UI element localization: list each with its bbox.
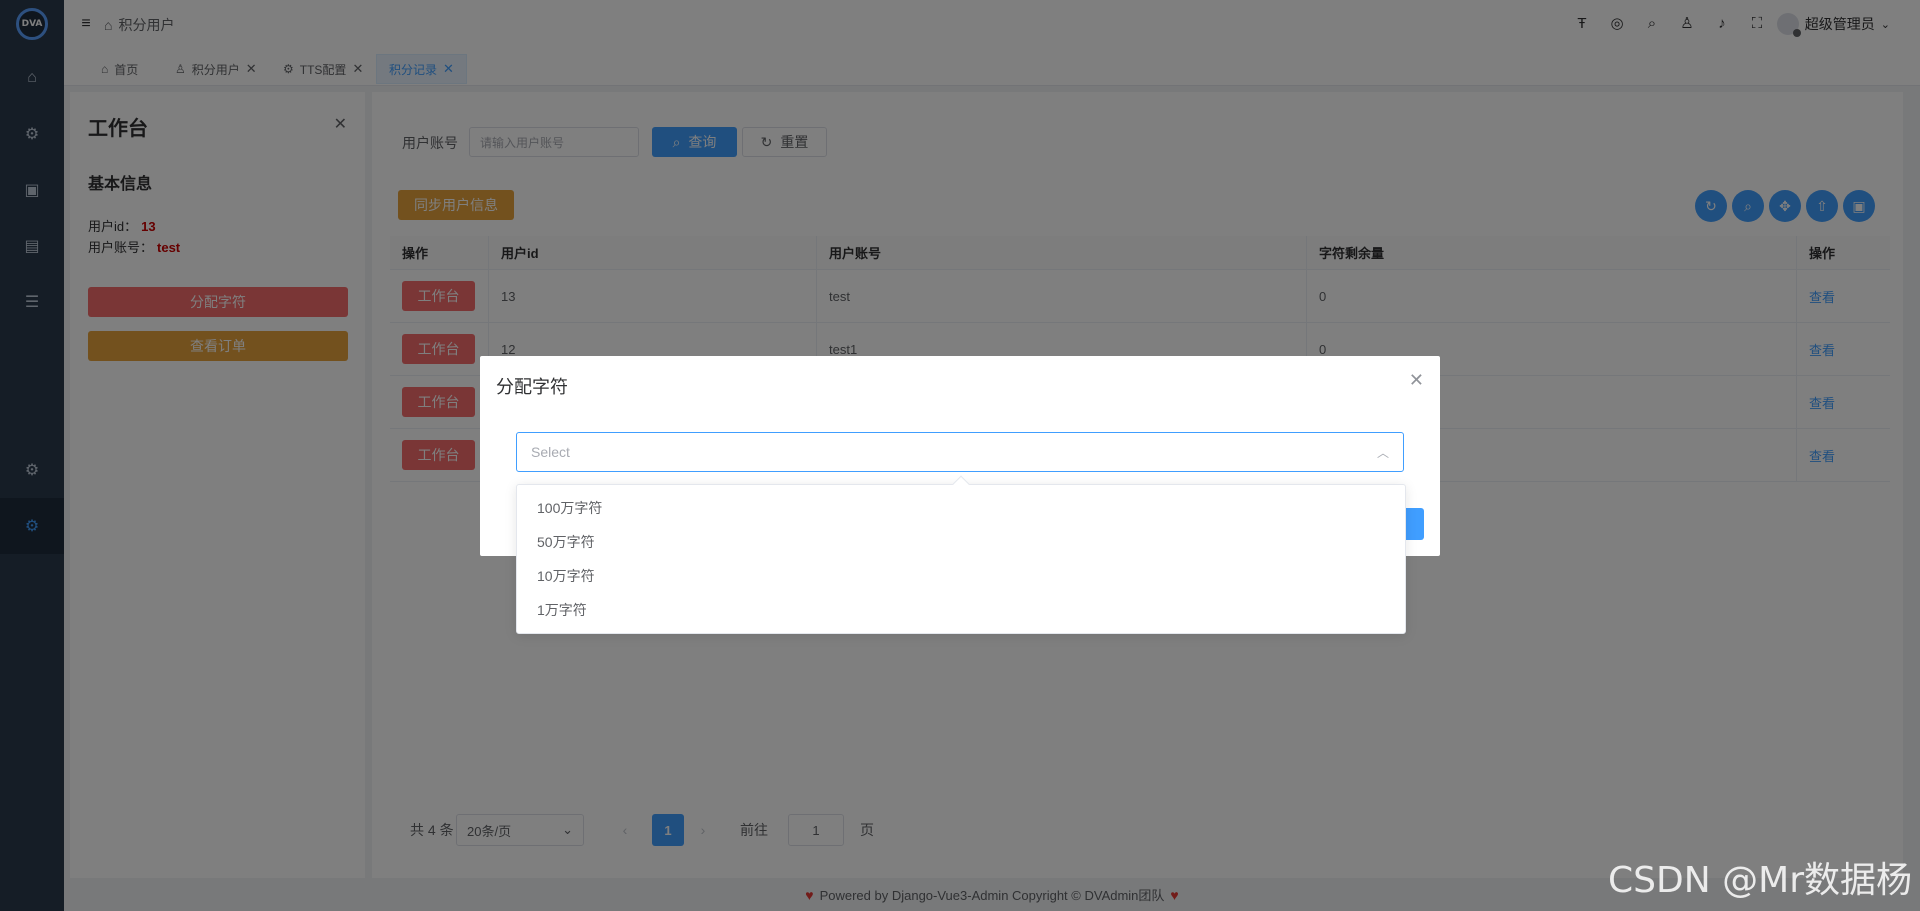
chevron-up-icon: ︿ (1376, 445, 1389, 460)
close-icon[interactable]: ✕ (1409, 370, 1424, 391)
select-option[interactable]: 50万字符 (517, 525, 1405, 559)
select-option[interactable]: 1万字符 (517, 593, 1405, 627)
select-option[interactable]: 10万字符 (517, 559, 1405, 593)
select-dropdown: 100万字符 50万字符 10万字符 1万字符 (516, 475, 1406, 634)
chars-select[interactable]: Select ︿ (516, 432, 1404, 472)
watermark: CSDN @Mr数据杨 (1608, 860, 1912, 901)
select-option[interactable]: 100万字符 (517, 491, 1405, 525)
select-placeholder: Select (531, 444, 570, 460)
dialog-title: 分配字符 (496, 377, 568, 397)
